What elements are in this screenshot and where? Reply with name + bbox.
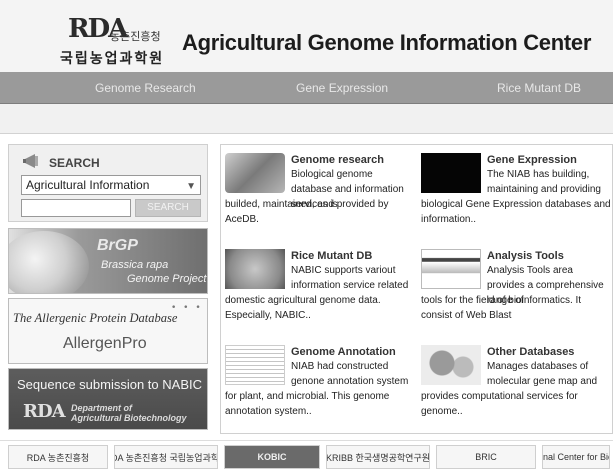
nav-item-genome-research[interactable]: Genome Research: [95, 81, 196, 95]
nav-item-rice-mutant-db[interactable]: Rice Mutant DB: [497, 81, 581, 95]
department-line1: Department of: [71, 403, 133, 413]
section-title[interactable]: Rice Mutant DB: [291, 249, 372, 264]
brgp-line2: Genome Project: [127, 273, 207, 285]
section-gene-expression[interactable]: Gene Expression The NIAB has building, m…: [421, 153, 611, 233]
section-description: Manages databases of molecular gene map …: [487, 361, 598, 387]
brgp-line1: Brassica rapa: [101, 259, 169, 271]
rda-small-logo: RDA: [23, 401, 66, 422]
section-title[interactable]: Gene Expression: [487, 153, 577, 168]
site-header: RDA 농촌진흥청 국립농업과학원 Agricultural Genome In…: [0, 0, 613, 72]
section-description-cont: tools for the field of bioinformatics. I…: [421, 295, 582, 321]
allergenpro-banner[interactable]: • • • The Allergenic Protein Database Al…: [8, 298, 208, 364]
allergen-db-title: The Allergenic Protein Database: [13, 311, 178, 325]
section-title[interactable]: Genome research: [291, 153, 384, 168]
search-category-value: Agricultural Information: [26, 178, 150, 192]
sequence-submission-banner[interactable]: Sequence submission to NABIC RDA Departm…: [8, 368, 208, 430]
footer-logo-niast[interactable]: RDA 농촌진흥청 국립농업과학원: [114, 445, 218, 469]
section-description-cont: provides computational services for geno…: [421, 391, 578, 417]
chevron-down-icon: ▼: [186, 181, 196, 192]
analysis-tools-thumbnail: [421, 249, 481, 289]
search-header: SEARCH: [23, 153, 100, 172]
brgp-title: BrGP: [97, 237, 138, 254]
rice-mutant-thumbnail: [225, 249, 285, 289]
department-line2: Agricultural Biotechnology: [71, 413, 187, 423]
other-databases-thumbnail: [421, 345, 481, 385]
cabbage-image: [9, 231, 89, 293]
genome-research-thumbnail: [225, 153, 285, 193]
section-description-cont: domestic agricultural genome data. Espec…: [225, 295, 381, 321]
section-rice-mutant-db[interactable]: Rice Mutant DB NABIC supports variout in…: [225, 249, 415, 329]
section-analysis-tools[interactable]: Analysis Tools Analysis Tools area provi…: [421, 249, 611, 329]
department-label: Department of Agricultural Biotechnology: [71, 403, 187, 423]
footer-logo-kribb[interactable]: KRIBB 한국생명공학연구원: [326, 445, 430, 469]
section-description: NABIC supports variout information servi…: [291, 265, 409, 291]
sub-nav-bar: [0, 104, 613, 134]
section-genome-annotation[interactable]: Genome Annotation NIAB had constructed g…: [225, 345, 415, 429]
section-description-cont: for plant, and microbial. This genome an…: [225, 391, 390, 417]
main-nav: Genome Research Gene Expression Rice Mut…: [0, 72, 613, 104]
rda-logo-subtext: 농촌진흥청: [110, 30, 161, 43]
search-button[interactable]: SEARCH: [135, 199, 201, 217]
search-panel: SEARCH Agricultural Information ▼ SEARCH: [8, 144, 208, 222]
section-description: The NIAB has building, maintaining and p…: [487, 169, 601, 195]
site-title: Agricultural Genome Information Center: [182, 30, 592, 55]
genome-annotation-thumbnail: [225, 345, 285, 385]
rda-logo[interactable]: RDA 농촌진흥청 국립농업과학원: [60, 14, 170, 67]
section-title[interactable]: Other Databases: [487, 345, 574, 360]
submission-title: Sequence submission to NABIC: [17, 377, 202, 392]
section-other-databases[interactable]: Other Databases Manages databases of mol…: [421, 345, 611, 429]
search-input[interactable]: [21, 199, 131, 217]
footer-logo-rda[interactable]: RDA 농촌진흥청: [8, 445, 108, 469]
footer-logo-bric[interactable]: BRIC: [436, 445, 536, 469]
section-genome-research[interactable]: Genome research Biological genome databa…: [225, 153, 415, 233]
institute-name: 국립농업과학원: [60, 51, 165, 67]
nav-item-gene-expression[interactable]: Gene Expression: [296, 81, 388, 95]
brgp-banner[interactable]: BrGP Brassica rapa Genome Project: [8, 228, 208, 294]
section-description: NIAB had constructed genone annotation s…: [291, 361, 409, 387]
search-title: SEARCH: [49, 155, 100, 170]
megaphone-icon: [23, 153, 45, 172]
section-title[interactable]: Genome Annotation: [291, 345, 396, 360]
search-category-select[interactable]: Agricultural Information ▼: [21, 175, 201, 195]
section-description-cont: biological Gene Expression databases and…: [421, 199, 611, 225]
footer-logo-ncbi[interactable]: National Center for Biotech: [542, 445, 610, 469]
allergenpro-name: AllergenPro: [63, 335, 147, 352]
section-description-cont: builded, maintained, and provided by Ace…: [225, 199, 389, 225]
gene-expression-thumbnail: [421, 153, 481, 193]
section-title[interactable]: Analysis Tools: [487, 249, 564, 264]
content-panel: Genome research Biological genome databa…: [220, 144, 613, 434]
partner-logos: RDA 농촌진흥청 RDA 농촌진흥청 국립농업과학원 KOBIC KRIBB …: [0, 440, 613, 474]
footer-logo-kobic[interactable]: KOBIC: [224, 445, 320, 469]
